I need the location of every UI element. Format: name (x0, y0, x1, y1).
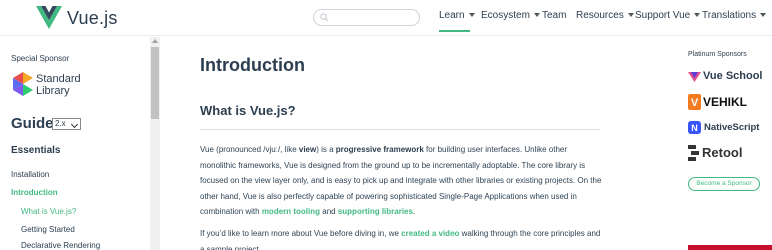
p2-text-1: If you’d like to learn more about Vue be… (200, 229, 402, 238)
top-header: Vue.js Learn Ecosystem Team Resources Su… (0, 0, 772, 36)
nav-support-vue[interactable]: Support Vue (635, 10, 701, 21)
heading-divider (200, 129, 600, 130)
p1-text-2: ) is a (316, 145, 336, 154)
svg-text:V: V (691, 97, 699, 109)
sidebar-item-introduction[interactable]: Introduction (11, 188, 58, 197)
page-title: Introduction (200, 55, 305, 75)
p1-bold-progressive-framework: progressive framework (335, 145, 424, 154)
nav-learn[interactable]: Learn (439, 10, 475, 21)
nav-resources-label: Resources (576, 10, 624, 21)
p1-text-5: . (412, 207, 416, 216)
sidebar-item-installation[interactable]: Installation (11, 170, 49, 179)
link-supporting-libraries[interactable]: supporting libraries (338, 207, 413, 216)
vehikl-logo-icon: V (688, 94, 701, 110)
p1-text-3: for building user interfaces. Unlike oth… (200, 145, 602, 216)
search-input[interactable] (313, 9, 420, 26)
chevron-down-icon (760, 13, 767, 17)
chevron-down-icon (627, 13, 634, 17)
p1-bold-view: view (298, 145, 317, 154)
become-a-sponsor-button[interactable]: Become a Sponsor (688, 177, 760, 191)
nav-resources[interactable]: Resources (576, 10, 634, 21)
sidebar-section-essentials: Essentials (11, 145, 61, 156)
sidebar (0, 37, 160, 250)
chevron-down-icon (694, 13, 701, 17)
special-sponsor-label: Special Sponsor (11, 54, 70, 63)
nativescript-logo-icon: N (688, 121, 701, 134)
scroll-up-arrow-icon[interactable] (152, 39, 158, 43)
vue-logo-icon[interactable] (36, 6, 62, 30)
sidebar-subitem-getting-started[interactable]: Getting Started (21, 225, 75, 234)
nav-ecosystem-label: Ecosystem (481, 10, 530, 21)
guide-title: Guide (11, 115, 54, 132)
svg-text:N: N (691, 123, 698, 133)
nav-learn-label: Learn (439, 10, 465, 21)
standard-library-logo-icon[interactable] (12, 72, 34, 96)
chevron-down-icon (533, 13, 540, 17)
link-created-a-video[interactable]: created a video (401, 229, 459, 238)
sidebar-subitem-declarative-rendering[interactable]: Declarative Rendering (21, 241, 100, 250)
nav-translations[interactable]: Translations (702, 10, 767, 21)
chevron-down-icon (468, 13, 475, 17)
sponsor-vue-school-name: Vue School (703, 70, 763, 82)
brand-name[interactable]: Vue.js (67, 8, 118, 29)
retool-logo-icon (688, 145, 699, 161)
vue-school-logo-icon (688, 72, 701, 82)
standard-library-name[interactable]: Standard Library (36, 73, 81, 97)
sponsor-vehikl-name: VEHIKL (703, 95, 748, 109)
sponsor-retool-name: Retool (702, 145, 743, 160)
chevron-down-icon (70, 120, 79, 129)
nav-team[interactable]: Team (542, 10, 566, 21)
link-modern-tooling[interactable]: modern tooling (262, 207, 320, 216)
video-paragraph: If you’d like to learn more about Vue be… (200, 226, 605, 250)
sponsor-name-line1: Standard (36, 73, 81, 85)
p1-text-1: Vue (pronounced /vjuː/, like (200, 145, 299, 154)
sponsor-name-line2: Library (36, 85, 70, 97)
sidebar-subitem-what-is-vue[interactable]: What is Vue.js? (21, 207, 76, 216)
search-icon (320, 13, 329, 22)
nav-translations-label: Translations (702, 10, 757, 21)
platinum-sponsors-label: Platinum Sponsors (688, 51, 747, 58)
p1-text-4: and (320, 207, 338, 216)
version-select[interactable]: 2.x (52, 118, 81, 130)
intro-paragraph: Vue (pronounced /vjuː/, like view) is a … (200, 142, 605, 220)
scrollbar-thumb[interactable] (151, 47, 159, 119)
sponsor-banner-edge (688, 245, 772, 250)
sponsor-nativescript-name: NativeScript (704, 122, 760, 133)
nav-support-vue-label: Support Vue (635, 10, 691, 21)
active-nav-underline (439, 30, 470, 32)
nav-team-label: Team (542, 10, 567, 21)
section-heading: What is Vue.js? (200, 103, 296, 118)
version-value: 2.x (55, 119, 66, 128)
nav-ecosystem[interactable]: Ecosystem (481, 10, 540, 21)
